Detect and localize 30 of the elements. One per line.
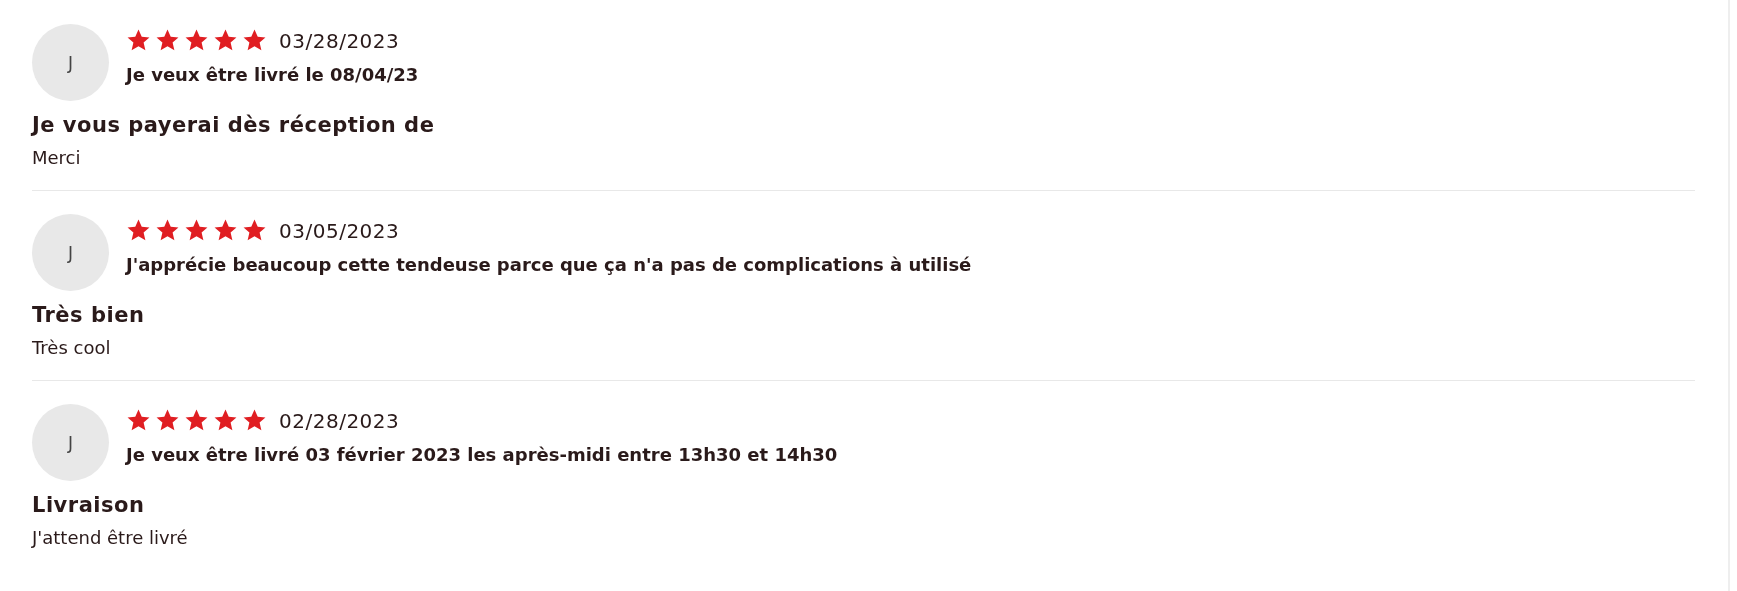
star-icon (242, 408, 267, 433)
avatar: J (32, 214, 109, 291)
star-icon (155, 28, 180, 53)
review-date: 03/05/2023 (279, 218, 400, 243)
review-title: Très bien (32, 303, 146, 327)
review-title: Livraison (32, 493, 146, 517)
review-title: Je vous payerai dès réception de (32, 113, 436, 137)
review-subtitle: Je veux être livré le 08/04/23 (126, 64, 419, 85)
star-icon (184, 218, 209, 243)
star-icon (184, 408, 209, 433)
star-icon (213, 218, 238, 243)
star-icon (213, 408, 238, 433)
star-icon (213, 28, 238, 53)
review-date: 03/28/2023 (279, 28, 400, 53)
avatar: J (32, 24, 109, 101)
star-icon (155, 408, 180, 433)
star-icon (126, 218, 151, 243)
review-subtitle: Je veux être livré 03 février 2023 les après-midi entre 13h30 et 14h30 (126, 444, 838, 465)
star-icon (242, 218, 267, 243)
review-date: 02/28/2023 (279, 408, 400, 433)
avatar: J (32, 404, 109, 481)
review-body: Très cool (32, 337, 112, 358)
star-icon (126, 28, 151, 53)
star-icon (184, 28, 209, 53)
review-body: J'attend être livré (32, 527, 189, 548)
review-body: Merci (32, 147, 82, 168)
star-icon (126, 408, 151, 433)
review-subtitle: J'apprécie beaucoup cette tendeuse parce que ça n'a pas de complications à utilisé (126, 254, 972, 275)
star-icon (155, 218, 180, 243)
star-icon (242, 28, 267, 53)
